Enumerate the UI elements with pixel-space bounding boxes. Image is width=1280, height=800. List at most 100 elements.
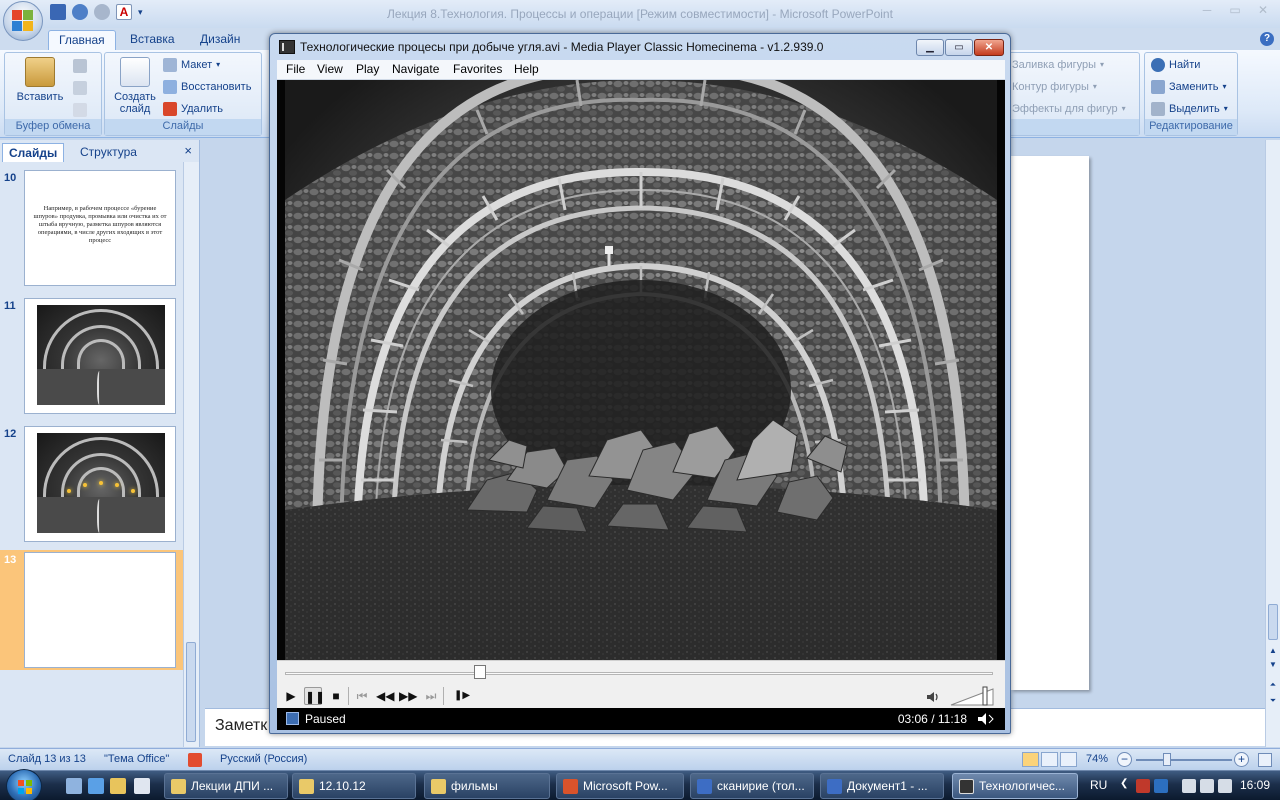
tray-app-icon[interactable] bbox=[1154, 779, 1168, 793]
zoom-in-button[interactable]: + bbox=[1234, 752, 1249, 767]
slide-canvas[interactable] bbox=[1011, 156, 1089, 690]
replace-button[interactable]: Заменить ▾ bbox=[1151, 78, 1226, 96]
format-painter-button[interactable] bbox=[73, 101, 87, 119]
volume-icon[interactable] bbox=[1218, 779, 1232, 793]
task-powerpoint[interactable]: Microsoft Pow... bbox=[556, 773, 684, 799]
volume-thumb[interactable] bbox=[982, 686, 988, 706]
tray-app-icon[interactable] bbox=[1136, 779, 1150, 793]
video-frame[interactable] bbox=[277, 80, 1005, 660]
quick-launch-icon[interactable] bbox=[134, 778, 150, 794]
previous-slide-icon[interactable]: ⏶ bbox=[1268, 680, 1278, 690]
spellcheck-icon[interactable] bbox=[188, 753, 202, 767]
tab-insert[interactable]: Вставка bbox=[120, 30, 185, 50]
speaker-icon[interactable] bbox=[925, 689, 941, 705]
maximize-button[interactable]: ▭ bbox=[1222, 2, 1248, 20]
scroll-up-icon[interactable]: ▲ bbox=[1268, 646, 1278, 656]
select-button[interactable]: Выделить ▾ bbox=[1151, 100, 1228, 118]
scroll-thumb[interactable] bbox=[186, 642, 196, 742]
input-language[interactable]: RU bbox=[1090, 778, 1107, 792]
frame-step-button[interactable]: ❚▶ bbox=[453, 687, 471, 705]
play-button[interactable]: ▶ bbox=[282, 687, 300, 705]
slide-sorter-view-button[interactable] bbox=[1041, 752, 1058, 767]
next-button[interactable]: ⏭ bbox=[422, 687, 440, 705]
language-status[interactable]: Русский (Россия) bbox=[220, 753, 307, 765]
copy-icon bbox=[73, 81, 87, 95]
maximize-button[interactable]: ▭ bbox=[945, 39, 973, 56]
find-button[interactable]: Найти bbox=[1151, 56, 1200, 74]
seek-bar[interactable] bbox=[285, 672, 993, 675]
task-media-player[interactable]: Технологичес... bbox=[952, 773, 1078, 799]
tab-slides[interactable]: Слайды bbox=[2, 143, 65, 162]
previous-button[interactable]: ⏮ bbox=[353, 687, 371, 705]
paste-button[interactable]: Вставить bbox=[11, 57, 69, 103]
task-lectures-folder[interactable]: Лекции ДПИ ... bbox=[164, 773, 288, 799]
task-scan-doc[interactable]: сканирие (тол... bbox=[690, 773, 814, 799]
normal-view-button[interactable] bbox=[1022, 752, 1039, 767]
close-icon[interactable]: × bbox=[184, 143, 192, 158]
slides-pane-scrollbar[interactable] bbox=[183, 162, 199, 747]
slide-thumbnail-11[interactable]: 11 bbox=[0, 296, 184, 418]
seek-thumb[interactable] bbox=[473, 665, 486, 679]
shape-effects-button[interactable]: Эффекты для фигур ▾ bbox=[1012, 100, 1126, 118]
help-icon[interactable]: ? bbox=[1260, 32, 1274, 46]
start-button[interactable] bbox=[6, 769, 42, 800]
stop-button[interactable]: ■ bbox=[327, 687, 345, 705]
zoom-slider[interactable] bbox=[1136, 759, 1232, 761]
pause-button[interactable]: ❚❚ bbox=[304, 687, 325, 705]
reset-button[interactable]: Восстановить bbox=[163, 78, 251, 96]
media-player-title-bar[interactable]: Технологические процесы при добыче угля.… bbox=[270, 34, 1010, 60]
flag-icon[interactable] bbox=[1200, 779, 1214, 793]
slide-number: 10 bbox=[4, 172, 17, 184]
media-player-status-bar: Paused 03:06 / 11:18 bbox=[277, 708, 1005, 730]
slide-thumbnail-10[interactable]: 10 Например, в рабочем процессе «бурение… bbox=[0, 168, 184, 290]
clock[interactable]: 16:09 bbox=[1240, 778, 1270, 792]
volume-slider[interactable] bbox=[949, 685, 995, 707]
task-films-folder[interactable]: фильмы bbox=[424, 773, 550, 799]
minimize-button[interactable]: ▁ bbox=[916, 39, 944, 56]
office-button[interactable] bbox=[3, 1, 43, 41]
task-document1[interactable]: Документ1 - ... bbox=[820, 773, 944, 799]
slide-show-view-button[interactable] bbox=[1060, 752, 1077, 767]
separator bbox=[443, 687, 444, 705]
fit-to-window-icon[interactable] bbox=[1258, 753, 1272, 767]
cut-button[interactable] bbox=[73, 57, 87, 75]
quick-launch-icon[interactable] bbox=[88, 778, 104, 794]
zoom-slider-thumb[interactable] bbox=[1163, 753, 1171, 766]
close-button[interactable]: ✕ bbox=[974, 39, 1004, 56]
menu-file[interactable]: File bbox=[286, 62, 305, 76]
zoom-level[interactable]: 74% bbox=[1086, 753, 1108, 765]
scroll-thumb[interactable] bbox=[1268, 604, 1278, 640]
show-desktop-icon[interactable] bbox=[66, 778, 82, 794]
scroll-down-icon[interactable]: ▼ bbox=[1268, 660, 1278, 670]
task-folder-12-10-12[interactable]: 12.10.12 bbox=[292, 773, 416, 799]
replace-label: Заменить bbox=[1169, 81, 1219, 93]
minimize-button[interactable]: ─ bbox=[1194, 2, 1220, 20]
menu-play[interactable]: Play bbox=[356, 62, 379, 76]
menu-favorites[interactable]: Favorites bbox=[453, 62, 502, 76]
tab-outline[interactable]: Структура bbox=[74, 143, 143, 162]
vertical-scrollbar[interactable]: ▲ ▼ ⏶ ⏷ bbox=[1265, 140, 1280, 747]
close-button[interactable]: ✕ bbox=[1250, 2, 1276, 20]
copy-button[interactable] bbox=[73, 79, 87, 97]
menu-view[interactable]: View bbox=[317, 62, 343, 76]
audio-speaker-icon[interactable] bbox=[975, 711, 997, 727]
next-slide-icon[interactable]: ⏷ bbox=[1268, 696, 1278, 706]
tray-expand-icon[interactable]: ❮ bbox=[1120, 778, 1128, 789]
fast-forward-button[interactable]: ▶▶ bbox=[399, 687, 417, 705]
slide-thumbnail-13[interactable]: 13 bbox=[0, 550, 184, 670]
menu-navigate[interactable]: Navigate bbox=[392, 62, 439, 76]
shape-fill-button[interactable]: Заливка фигуры ▾ bbox=[1012, 56, 1104, 74]
zoom-out-button[interactable]: − bbox=[1117, 752, 1132, 767]
explorer-icon[interactable] bbox=[110, 778, 126, 794]
tab-design[interactable]: Дизайн bbox=[190, 30, 250, 50]
menu-help[interactable]: Help bbox=[514, 62, 539, 76]
tab-home[interactable]: Главная bbox=[48, 30, 116, 50]
slide-thumbnail-12[interactable]: 12 bbox=[0, 424, 184, 546]
new-slide-button[interactable]: Создать слайд bbox=[109, 57, 161, 115]
rewind-button[interactable]: ◀◀ bbox=[376, 687, 394, 705]
network-icon[interactable] bbox=[1182, 779, 1196, 793]
shape-outline-button[interactable]: Контур фигуры ▾ bbox=[1012, 78, 1097, 96]
layout-button[interactable]: Макет ▾ bbox=[163, 56, 220, 74]
chevron-down-icon: ▾ bbox=[1100, 60, 1105, 69]
delete-slide-button[interactable]: Удалить bbox=[163, 100, 223, 118]
